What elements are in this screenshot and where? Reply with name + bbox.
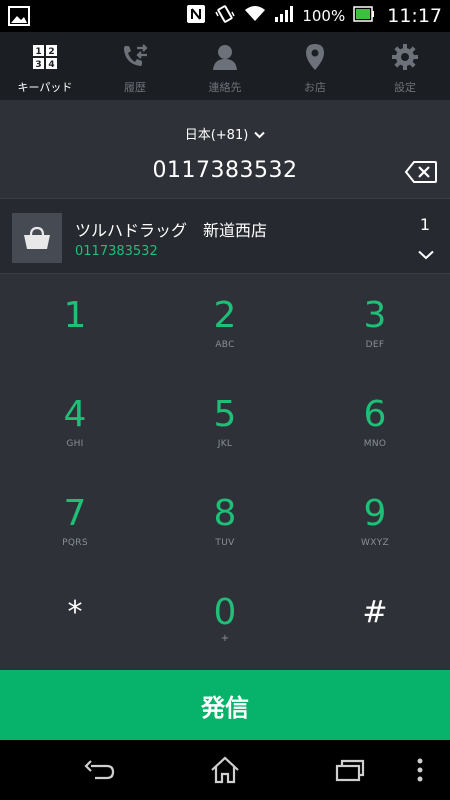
key-letters: MNO	[363, 439, 387, 449]
overflow-menu-icon[interactable]	[405, 754, 435, 786]
key-0[interactable]: 0 +	[150, 571, 300, 670]
tab-label: お店	[304, 81, 326, 94]
tab-label: 連絡先	[208, 81, 242, 94]
tab-label: キーパッド	[17, 81, 73, 94]
key-3[interactable]: 3 DEF	[300, 274, 450, 373]
key-letters: PQRS	[62, 538, 88, 548]
key-letters: +	[220, 633, 230, 644]
key-letters: ABC	[215, 340, 235, 350]
history-icon	[120, 42, 150, 79]
key-7[interactable]: 7 PQRS	[0, 472, 150, 571]
country-code-label: 日本(+81)	[184, 128, 249, 143]
back-icon[interactable]	[80, 754, 120, 786]
tab-shops[interactable]: お店	[270, 32, 360, 100]
key-digit: 7	[63, 493, 87, 534]
chevron-down-icon	[254, 128, 266, 143]
key-8[interactable]: 8 TUV	[150, 472, 300, 571]
key-hash[interactable]: #	[300, 571, 450, 670]
country-selector[interactable]: 日本(+81)	[0, 124, 450, 143]
key-letters: WXYZ	[361, 538, 389, 548]
key-letters: DEF	[365, 340, 385, 350]
key-digit: 9	[363, 493, 387, 534]
key-2[interactable]: 2 ABC	[150, 274, 300, 373]
tab-history[interactable]: 履歴	[90, 32, 180, 100]
key-1[interactable]: 1	[0, 274, 150, 373]
key-digit: 2	[213, 295, 237, 336]
key-digit: *	[67, 595, 83, 630]
status-bar: 100% 11:17	[0, 0, 450, 32]
svg-text:2: 2	[48, 47, 54, 57]
shopping-basket-icon	[12, 213, 62, 263]
tab-bar: 1 2 3 4 キーパッド 履歴 連絡先 お店 設定	[0, 32, 450, 100]
system-nav-bar	[0, 740, 450, 800]
suggestion-name: ツルハドラッグ 新道西店	[75, 221, 268, 240]
tab-contacts[interactable]: 連絡先	[180, 32, 270, 100]
key-digit: 8	[213, 493, 237, 534]
location-pin-icon	[300, 42, 330, 79]
home-icon[interactable]	[205, 754, 245, 786]
key-letters: GHI	[66, 439, 84, 449]
key-star[interactable]: *	[0, 571, 150, 670]
nfc-icon	[186, 4, 206, 28]
key-4[interactable]: 4 GHI	[0, 373, 150, 472]
tab-settings[interactable]: 設定	[360, 32, 450, 100]
key-5[interactable]: 5 JKL	[150, 373, 300, 472]
tab-keypad[interactable]: 1 2 3 4 キーパッド	[0, 32, 90, 100]
keypad-icon: 1 2 3 4	[30, 42, 60, 79]
dial-keypad: 1 2 ABC 3 DEF 4 GHI 5 JKL 6 MNO 7 PQRS 8 TUV 9 W…	[0, 274, 450, 670]
key-digit: 0	[213, 592, 237, 633]
svg-text:4: 4	[48, 60, 54, 70]
key-letters: JKL	[217, 439, 233, 449]
key-9[interactable]: 9 WXYZ	[300, 472, 450, 571]
key-digit: #	[362, 595, 388, 630]
key-digit: 5	[213, 394, 237, 435]
vibrate-icon	[214, 4, 236, 28]
wifi-icon	[244, 5, 266, 27]
tab-label: 設定	[394, 81, 416, 94]
number-display-area: 日本(+81) 0117383532	[0, 100, 450, 198]
tab-label: 履歴	[124, 81, 146, 94]
svg-text:1: 1	[35, 47, 41, 57]
gear-icon	[390, 42, 420, 79]
battery-icon	[353, 6, 375, 26]
clock: 11:17	[387, 5, 442, 27]
key-6[interactable]: 6 MNO	[300, 373, 450, 472]
key-digit: 4	[63, 394, 87, 435]
suggestion-number: 0117383532	[75, 244, 158, 259]
recent-apps-icon[interactable]	[330, 754, 370, 786]
key-digit: 3	[363, 295, 387, 336]
signal-icon	[274, 5, 294, 27]
key-letters: TUV	[215, 538, 235, 548]
key-digit: 6	[363, 394, 387, 435]
key-digit: 1	[63, 295, 87, 336]
dialed-number: 0117383532	[152, 158, 298, 183]
backspace-icon[interactable]	[404, 160, 438, 184]
svg-text:3: 3	[35, 60, 41, 70]
contacts-icon	[210, 42, 240, 79]
suggestion-count: 1	[419, 215, 430, 234]
gallery-icon	[8, 5, 30, 27]
call-button[interactable]: 発信	[0, 670, 450, 740]
contact-suggestion[interactable]: ツルハドラッグ 新道西店 0117383532 1	[0, 198, 450, 274]
chevron-down-icon[interactable]	[418, 245, 434, 260]
battery-percent: 100%	[302, 7, 346, 25]
